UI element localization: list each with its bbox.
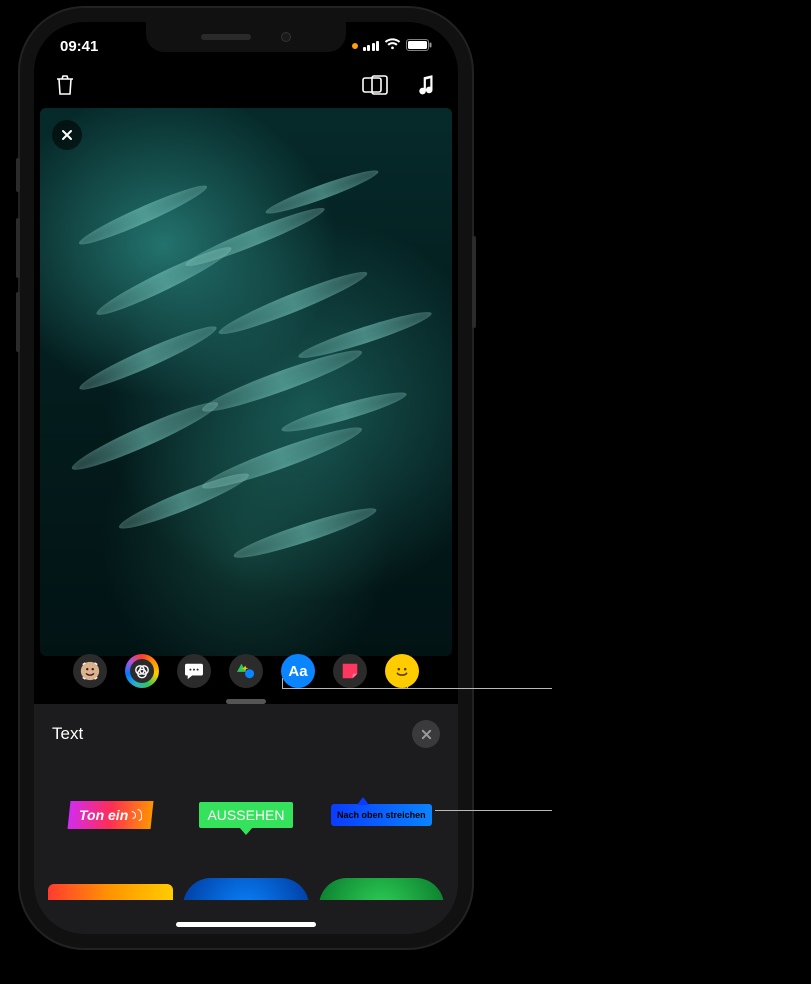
- phone-frame: 09:41: [20, 8, 472, 948]
- text-label-caption: Nach oben streichen: [337, 810, 426, 820]
- text-button[interactable]: Aa: [281, 654, 315, 688]
- side-button: [472, 236, 476, 328]
- filters-button[interactable]: [125, 654, 159, 688]
- text-label-row-peek: [46, 872, 446, 900]
- sheet-title: Text: [52, 724, 83, 744]
- clip-viewer[interactable]: [40, 108, 452, 656]
- text-label-option[interactable]: [48, 884, 173, 900]
- top-toolbar: [34, 66, 458, 104]
- sheet-close-button[interactable]: [412, 720, 440, 748]
- recording-indicator-icon: [352, 43, 358, 49]
- text-label-option[interactable]: AUSSEHEN: [183, 780, 308, 850]
- cellular-icon: [363, 41, 380, 51]
- callout-line: [435, 810, 552, 811]
- text-label-row: Ton ein AUSSEHEN Nach oben streichen: [46, 780, 446, 850]
- emoji-button[interactable]: [385, 654, 419, 688]
- volume-down-button: [16, 292, 20, 352]
- notch: [146, 22, 346, 52]
- text-label-caption: Ton ein: [79, 807, 128, 823]
- text-button-label: Aa: [288, 663, 307, 680]
- trash-icon[interactable]: [50, 70, 80, 100]
- wifi-icon: [384, 38, 401, 55]
- effects-dock: Aa: [34, 648, 458, 694]
- close-button[interactable]: [52, 120, 82, 150]
- volume-up-button: [16, 218, 20, 278]
- text-label-option[interactable]: Ton ein: [48, 780, 173, 850]
- sheet-grabber[interactable]: [226, 699, 266, 704]
- home-indicator[interactable]: [176, 922, 316, 927]
- text-label-option[interactable]: [183, 878, 308, 900]
- text-labels-sheet: Text Ton ein AUSSEHEN: [34, 704, 458, 934]
- aspect-icon[interactable]: [360, 70, 390, 100]
- battery-icon: [406, 38, 432, 55]
- sound-icon: [132, 809, 142, 821]
- shapes-button[interactable]: [229, 654, 263, 688]
- memoji-button[interactable]: [73, 654, 107, 688]
- music-icon[interactable]: [412, 70, 442, 100]
- mute-switch: [16, 158, 20, 192]
- speech-bubble-button[interactable]: [177, 654, 211, 688]
- sticker-button[interactable]: [333, 654, 367, 688]
- text-label-caption: AUSSEHEN: [207, 807, 284, 823]
- text-label-option[interactable]: Nach oben streichen: [319, 780, 444, 850]
- screen: 09:41: [34, 22, 458, 934]
- status-time: 09:41: [60, 38, 98, 55]
- text-label-option[interactable]: [319, 878, 444, 900]
